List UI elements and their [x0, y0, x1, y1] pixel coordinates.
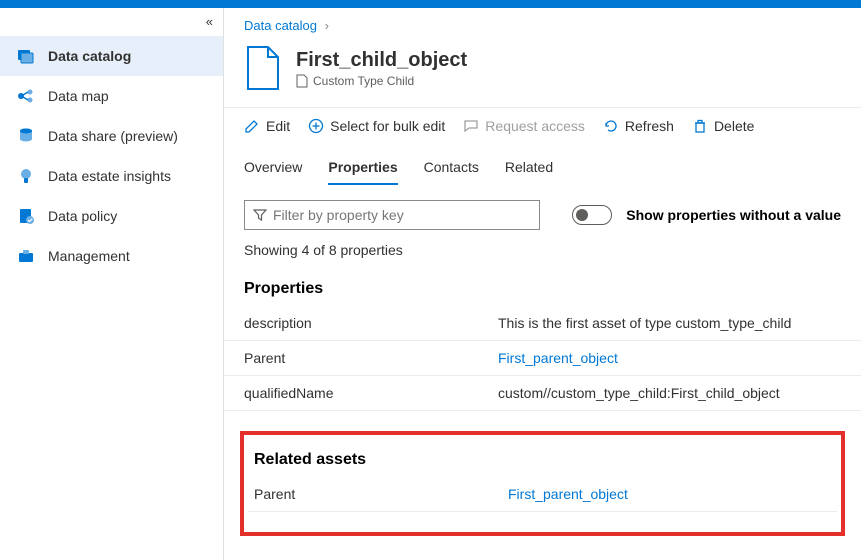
delete-button[interactable]: Delete	[692, 118, 754, 134]
sidebar-item-label: Management	[48, 248, 130, 264]
toggle-label: Show properties without a value	[626, 207, 841, 223]
pencil-icon	[244, 118, 260, 134]
page-title: First_child_object	[296, 49, 467, 72]
refresh-icon	[603, 118, 619, 134]
sidebar-item-label: Data map	[48, 88, 109, 104]
toolbox-icon	[16, 246, 36, 266]
sidebar-item-data-map[interactable]: Data map	[0, 76, 223, 116]
type-mini-icon	[296, 74, 308, 88]
database-icon	[16, 126, 36, 146]
related-row: Parent First_parent_object	[248, 477, 837, 512]
related-parent-link[interactable]: First_parent_object	[508, 486, 831, 502]
breadcrumb-root-link[interactable]: Data catalog	[244, 18, 317, 33]
chevron-right-icon: ›	[325, 18, 329, 33]
breadcrumb: Data catalog ›	[224, 8, 861, 37]
filter-icon	[253, 208, 267, 222]
sidebar-item-insights[interactable]: Data estate insights	[0, 156, 223, 196]
related-assets-highlight: Related assets Parent First_parent_objec…	[240, 431, 845, 536]
main-content: Data catalog › First_child_object Custom…	[224, 8, 861, 560]
sidebar-item-label: Data estate insights	[48, 168, 171, 184]
sidebar-item-data-catalog[interactable]: Data catalog	[0, 36, 223, 76]
sidebar: « Data catalog Data map Data share (prev…	[0, 8, 224, 560]
collapse-sidebar-button[interactable]: «	[206, 14, 213, 29]
bulk-edit-button[interactable]: Select for bulk edit	[308, 118, 445, 134]
edit-button[interactable]: Edit	[244, 118, 290, 134]
showing-count: Showing 4 of 8 properties	[224, 236, 861, 274]
catalog-icon	[16, 46, 36, 66]
sidebar-item-label: Data share (preview)	[48, 128, 178, 144]
request-access-button: Request access	[463, 118, 585, 134]
properties-heading: Properties	[224, 274, 861, 306]
sidebar-item-label: Data catalog	[48, 48, 131, 64]
file-icon	[244, 45, 282, 91]
trash-icon	[692, 118, 708, 134]
map-icon	[16, 86, 36, 106]
chat-icon	[463, 118, 479, 134]
show-empty-toggle[interactable]	[572, 205, 612, 225]
sidebar-item-policy[interactable]: Data policy	[0, 196, 223, 236]
related-heading: Related assets	[248, 445, 837, 477]
sidebar-item-label: Data policy	[48, 208, 117, 224]
sidebar-item-data-share[interactable]: Data share (preview)	[0, 116, 223, 156]
asset-header: First_child_object Custom Type Child	[224, 37, 861, 107]
action-toolbar: Edit Select for bulk edit Request access…	[224, 107, 861, 145]
tab-overview[interactable]: Overview	[244, 151, 302, 185]
property-row: qualifiedName custom//custom_type_child:…	[224, 376, 861, 411]
tab-properties[interactable]: Properties	[328, 151, 397, 185]
refresh-button[interactable]: Refresh	[603, 118, 674, 134]
top-accent-bar	[0, 0, 861, 8]
parent-link[interactable]: First_parent_object	[498, 350, 841, 366]
asset-type-label: Custom Type Child	[313, 74, 414, 88]
filter-input[interactable]	[273, 207, 531, 223]
lightbulb-icon	[16, 166, 36, 186]
filter-input-wrapper[interactable]	[244, 200, 540, 230]
policy-icon	[16, 206, 36, 226]
sidebar-item-management[interactable]: Management	[0, 236, 223, 276]
property-row: description This is the first asset of t…	[224, 306, 861, 341]
plus-circle-icon	[308, 118, 324, 134]
tab-bar: Overview Properties Contacts Related	[224, 151, 861, 186]
property-row: Parent First_parent_object	[224, 341, 861, 376]
tab-related[interactable]: Related	[505, 151, 553, 185]
tab-contacts[interactable]: Contacts	[424, 151, 479, 185]
